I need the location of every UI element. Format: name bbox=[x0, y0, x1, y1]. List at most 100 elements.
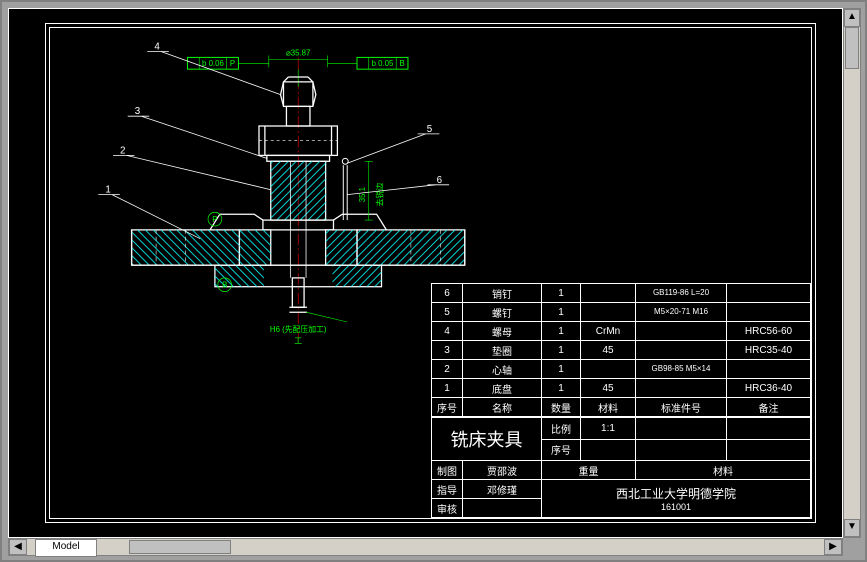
bom-rem: HRC36-40 bbox=[727, 379, 811, 398]
callout-2: 2 bbox=[120, 145, 125, 156]
bom-mat: 45 bbox=[581, 341, 636, 360]
bom-qty: 1 bbox=[542, 322, 581, 341]
hdr-qty: 数量 bbox=[542, 398, 581, 417]
bom-qty: 1 bbox=[542, 284, 581, 303]
gdt-right-datum: B bbox=[399, 59, 404, 68]
datum-b: B bbox=[222, 281, 227, 290]
bom-rem bbox=[727, 360, 811, 379]
bom-qty: 1 bbox=[542, 303, 581, 322]
hdr-name: 名称 bbox=[463, 398, 542, 417]
titleblock-main: 铣床夹具 比例 1:1 序号 制图 bbox=[431, 417, 811, 518]
hdr-idx: 序号 bbox=[432, 398, 463, 417]
hdr-mat: 材料 bbox=[581, 398, 636, 417]
val-approved bbox=[463, 499, 542, 518]
callout-6: 6 bbox=[437, 175, 443, 186]
gdt-left-datum: P bbox=[230, 59, 235, 68]
bom-qty: 1 bbox=[542, 341, 581, 360]
bom-qty: 1 bbox=[542, 379, 581, 398]
scroll-up-arrow-icon[interactable]: ▲ bbox=[844, 9, 860, 27]
bom-mat bbox=[581, 284, 636, 303]
bom-table: 6 销钉 1 GB119-86 L=20 5 螺钉 1 M5× bbox=[431, 283, 811, 417]
bom-rem: HRC35-40 bbox=[727, 341, 811, 360]
callout-4: 4 bbox=[154, 42, 160, 53]
scroll-left-arrow-icon[interactable]: ◀ bbox=[9, 539, 27, 555]
bom-row: 6 销钉 1 GB119-86 L=20 bbox=[432, 284, 811, 303]
bom-name: 螺母 bbox=[463, 322, 542, 341]
lbl-approved: 审核 bbox=[432, 499, 463, 518]
callout-5: 5 bbox=[427, 124, 433, 135]
bom-rem: HRC56-60 bbox=[727, 322, 811, 341]
bom-name: 销钉 bbox=[463, 284, 542, 303]
lbl-scale: 比例 bbox=[542, 418, 581, 440]
cad-viewport[interactable]: ⌀35.87 b 0.06 P b 0.05 B bbox=[8, 8, 843, 538]
bom-std bbox=[636, 322, 727, 341]
val-drawn: 贾邵波 bbox=[463, 461, 542, 480]
empty bbox=[581, 439, 636, 461]
bom-qty: 1 bbox=[542, 360, 581, 379]
bom-idx: 5 bbox=[432, 303, 463, 322]
bom-row: 5 螺钉 1 M5×20-71 M16 bbox=[432, 303, 811, 322]
gdt-left-value: b 0.06 bbox=[202, 59, 224, 68]
lbl-sheet: 序号 bbox=[542, 439, 581, 461]
dim-top-diameter: ⌀35.87 bbox=[286, 48, 310, 57]
institution-name: 西北工业大学明德学院 bbox=[544, 485, 808, 502]
bom-row: 1 底盘 1 45 HRC36-40 bbox=[432, 379, 811, 398]
bom-row: 2 心轴 1 GB98-85 M5×14 bbox=[432, 360, 811, 379]
datum-p: P bbox=[212, 215, 217, 224]
bom-idx: 1 bbox=[432, 379, 463, 398]
institution-code: 161001 bbox=[544, 502, 808, 512]
bom-name: 垫圈 bbox=[463, 341, 542, 360]
drawing-border-inner: ⌀35.87 b 0.06 P b 0.05 B bbox=[49, 27, 812, 519]
val-checked: 邓修瑾 bbox=[463, 480, 542, 499]
bom-std: GB98-85 M5×14 bbox=[636, 360, 727, 379]
note-bottom: H6 (先配压加工) bbox=[270, 324, 327, 334]
bom-mat: CrMn bbox=[581, 322, 636, 341]
note-right: 去锐边 bbox=[374, 183, 384, 207]
val-scale: 1:1 bbox=[581, 418, 636, 440]
bom-name: 心轴 bbox=[463, 360, 542, 379]
bom-std: M5×20-71 M16 bbox=[636, 303, 727, 322]
empty bbox=[727, 418, 811, 440]
bom-mat: 45 bbox=[581, 379, 636, 398]
bom-std bbox=[636, 341, 727, 360]
bom-rem bbox=[727, 284, 811, 303]
bom-std bbox=[636, 379, 727, 398]
dim-height-right: 35.1 bbox=[358, 187, 367, 202]
lbl-checked: 指导 bbox=[432, 480, 463, 499]
vertical-scrollbar[interactable]: ▲ ▼ bbox=[843, 8, 861, 538]
bom-idx: 6 bbox=[432, 284, 463, 303]
bom-mat bbox=[581, 360, 636, 379]
scroll-down-arrow-icon[interactable]: ▼ bbox=[844, 519, 860, 537]
scroll-thumb[interactable] bbox=[845, 27, 859, 69]
note-below: 工 bbox=[294, 337, 302, 346]
scroll-right-arrow-icon[interactable]: ▶ bbox=[824, 539, 842, 555]
callout-1: 1 bbox=[105, 185, 110, 196]
empty bbox=[636, 418, 727, 440]
drawing-border: ⌀35.87 b 0.06 P b 0.05 B bbox=[45, 23, 816, 523]
bom-row: 3 垫圈 1 45 HRC35-40 bbox=[432, 341, 811, 360]
institution: 西北工业大学明德学院 161001 bbox=[542, 480, 811, 518]
bom-idx: 4 bbox=[432, 322, 463, 341]
drawing-title: 铣床夹具 bbox=[432, 418, 542, 461]
bom-rem bbox=[727, 303, 811, 322]
empty bbox=[636, 439, 727, 461]
lbl-drawn: 制图 bbox=[432, 461, 463, 480]
scroll-thumb[interactable] bbox=[129, 540, 231, 554]
bom-name: 底盘 bbox=[463, 379, 542, 398]
hdr-rem: 备注 bbox=[727, 398, 811, 417]
application-frame: ⌀35.87 b 0.06 P b 0.05 B bbox=[2, 2, 865, 560]
bom-mat bbox=[581, 303, 636, 322]
model-tab[interactable]: Model bbox=[35, 539, 97, 557]
bom-row: 4 螺母 1 CrMn HRC56-60 bbox=[432, 322, 811, 341]
hdr-std: 标准件号 bbox=[636, 398, 727, 417]
empty bbox=[727, 439, 811, 461]
lbl-material: 材料 bbox=[636, 461, 811, 480]
gdt-right-value: b 0.05 bbox=[372, 59, 394, 68]
bom-name: 螺钉 bbox=[463, 303, 542, 322]
callout-3: 3 bbox=[135, 106, 141, 117]
bom-std: GB119-86 L=20 bbox=[636, 284, 727, 303]
horizontal-scrollbar[interactable]: ◀ Model ▶ bbox=[8, 538, 843, 556]
bom-idx: 3 bbox=[432, 341, 463, 360]
lbl-weight: 重量 bbox=[542, 461, 636, 480]
title-block: 6 销钉 1 GB119-86 L=20 5 螺钉 1 M5× bbox=[431, 283, 811, 518]
